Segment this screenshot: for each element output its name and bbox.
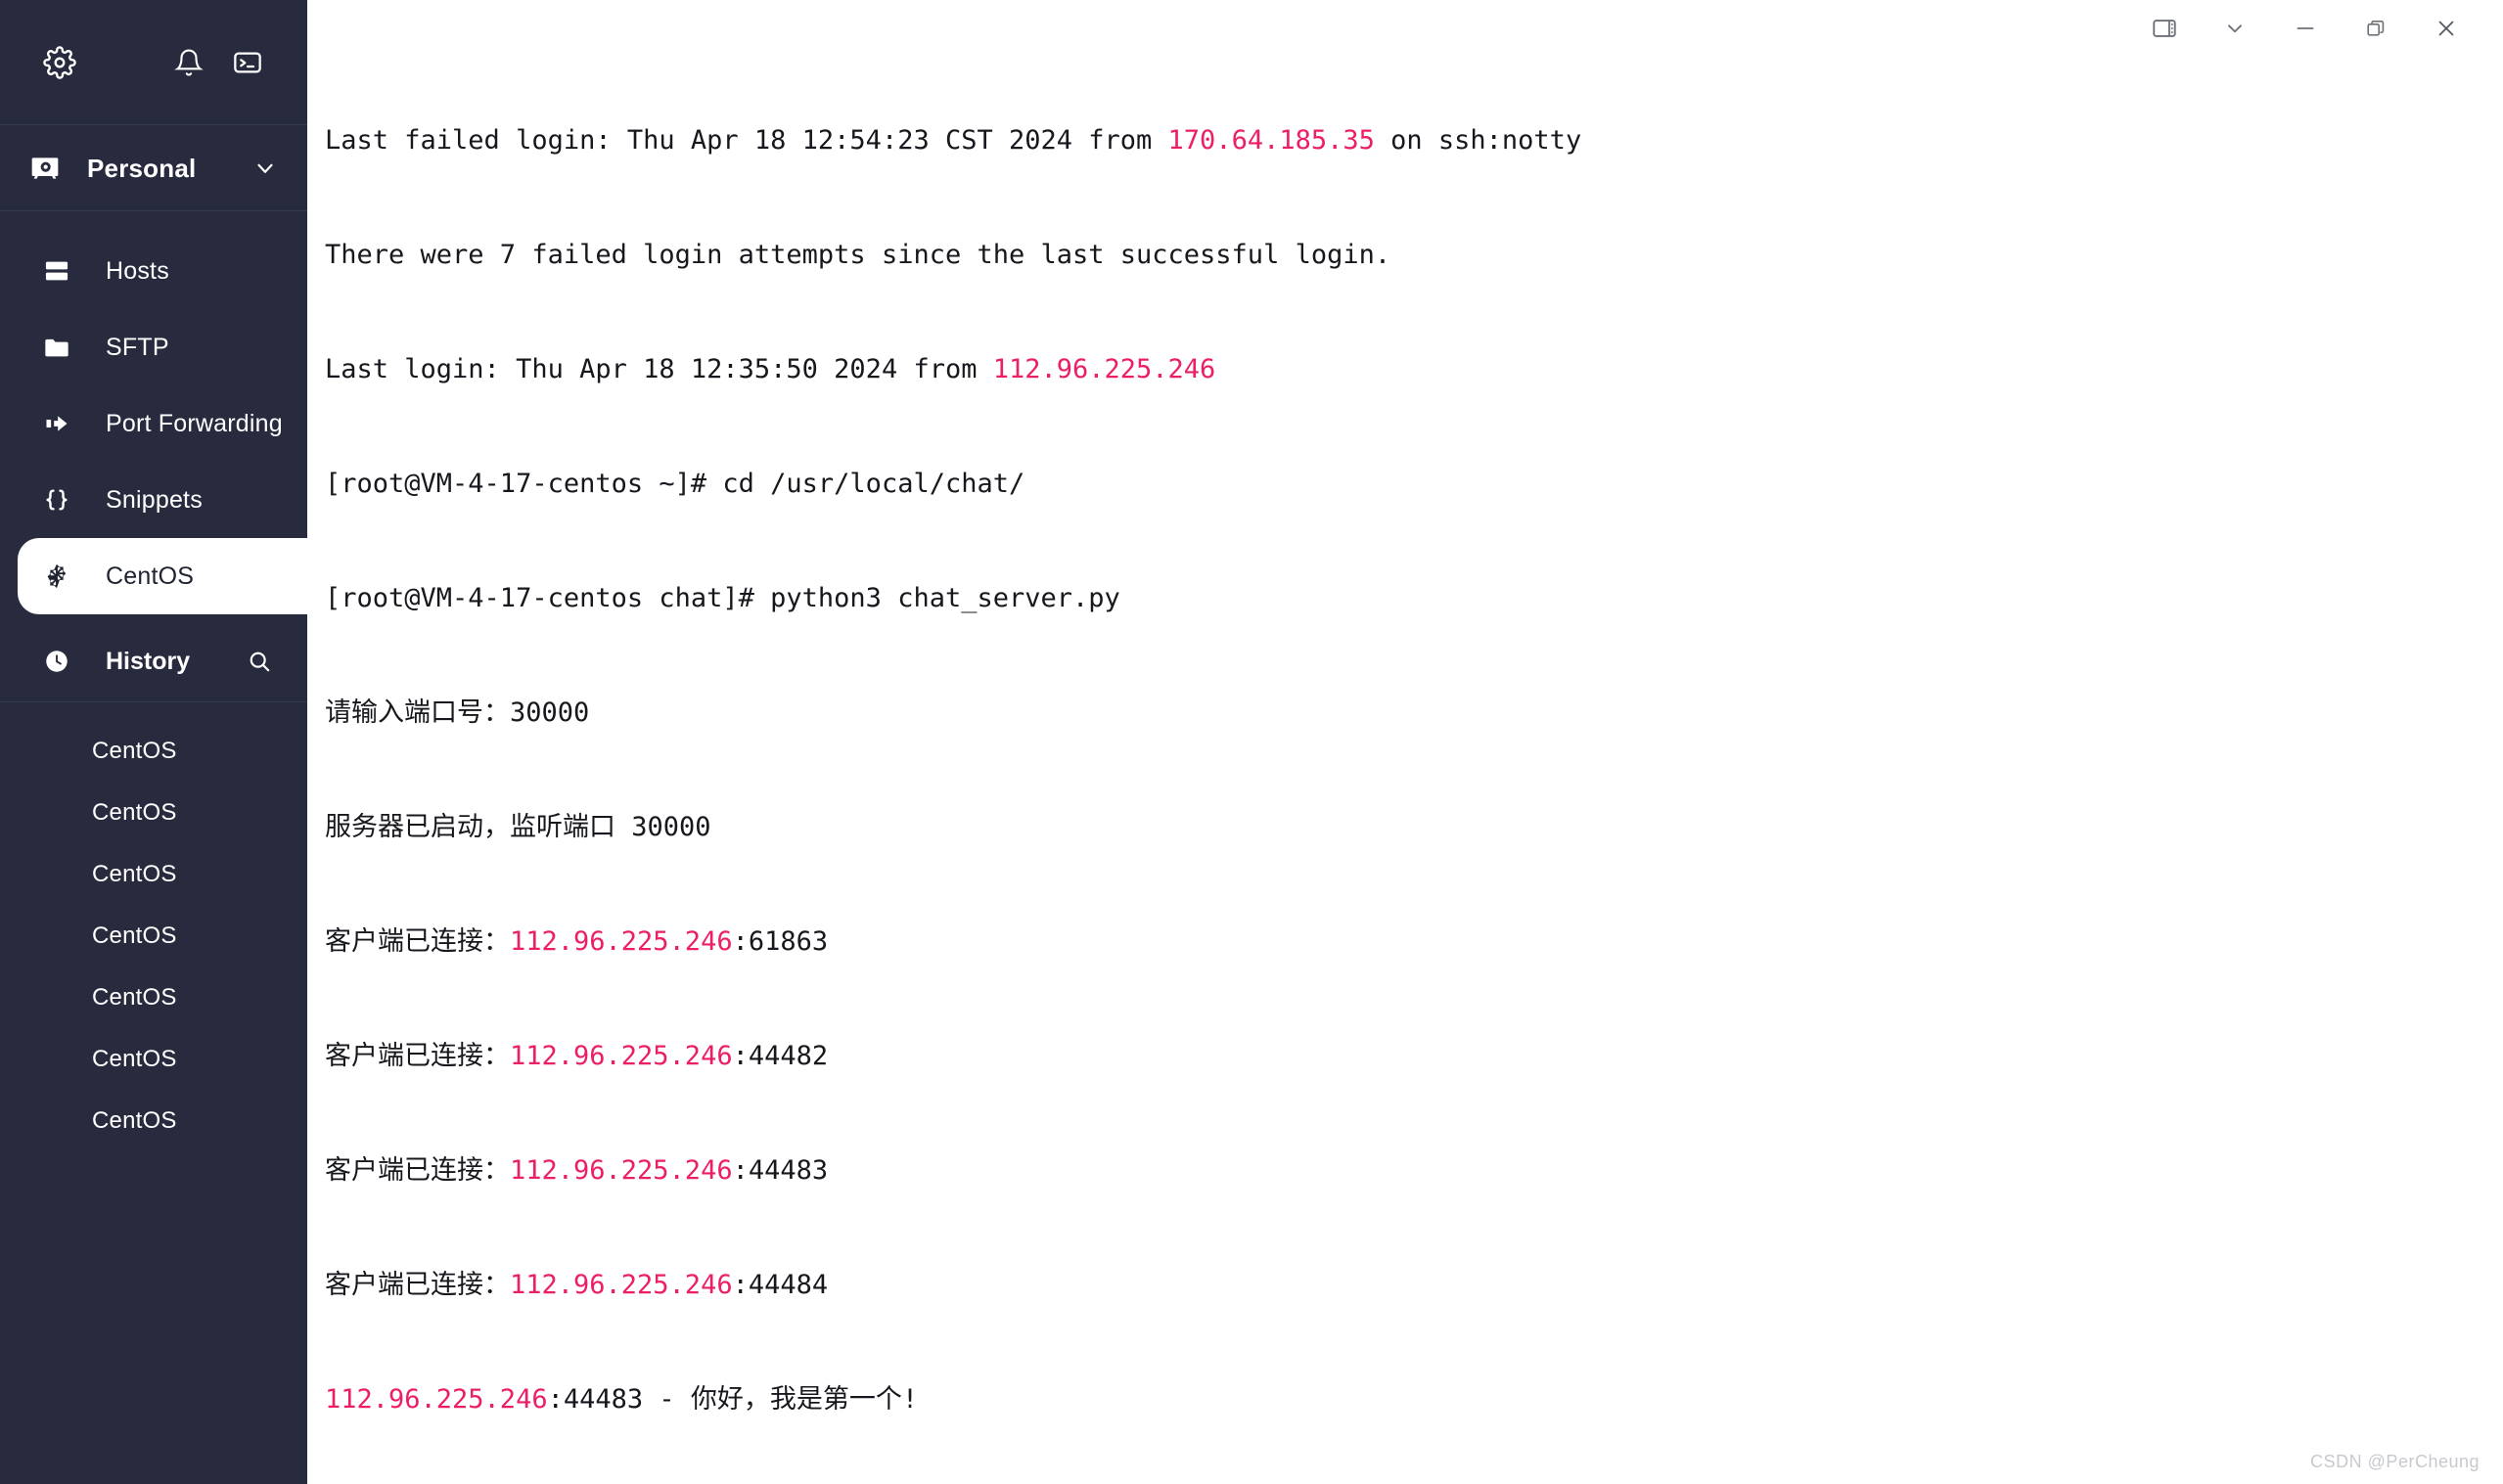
sidebar-item-centos[interactable]: CentOS	[18, 538, 307, 614]
terminal-output[interactable]: Last failed login: Thu Apr 18 12:54:23 C…	[307, 0, 2503, 1484]
terminal-icon[interactable]	[225, 40, 270, 85]
folder-icon	[43, 334, 84, 361]
clock-icon	[43, 648, 84, 675]
ip-address: 112.96.225.246	[510, 1270, 733, 1300]
history-item-label: CentOS	[92, 1045, 177, 1072]
sidebar-item-snippets[interactable]: Snippets	[0, 462, 307, 538]
sidebar-item-sftp[interactable]: SFTP	[0, 309, 307, 385]
history-item-label: CentOS	[92, 983, 177, 1011]
ip-address: 112.96.225.246	[510, 1041, 733, 1071]
terminal-line: 客户端已连接：112.96.225.246:44482	[325, 1037, 2503, 1075]
ip-address: 112.96.225.246	[992, 354, 1216, 384]
vault-divider	[0, 210, 307, 211]
terminal-text: :61863	[732, 926, 829, 957]
terminal-text: [root@VM-4-17-centos chat]# python3 chat…	[325, 583, 1120, 613]
terminal-text: 服务器已启动，监听端口 30000	[325, 812, 711, 842]
sidebar-item-label: Snippets	[106, 485, 203, 514]
port-forwarding-icon	[43, 410, 84, 437]
history-item-label: CentOS	[92, 922, 177, 949]
sidebar-nav: Hosts SFTP Port Forwarding Snippets Cent…	[0, 211, 307, 614]
history-item-label: CentOS	[92, 737, 177, 764]
list-item[interactable]: CentOS	[0, 1028, 307, 1090]
vault-icon	[29, 153, 67, 184]
terminal-text: 客户端已连接：	[325, 1270, 510, 1300]
watermark: CSDN @PerCheung	[2310, 1452, 2480, 1471]
minimize-icon[interactable]	[2270, 1, 2341, 56]
terminal-text: [root@VM-4-17-centos ~]# cd /usr/local/c…	[325, 469, 1025, 499]
terminal-text: :44482	[732, 1041, 829, 1071]
window-controls	[2129, 0, 2503, 57]
terminal-line: [root@VM-4-17-centos ~]# cd /usr/local/c…	[325, 465, 2503, 503]
chevron-down-icon[interactable]	[252, 156, 278, 181]
sidebar-item-label: Port Forwarding	[106, 409, 283, 437]
main-area: Last failed login: Thu Apr 18 12:54:23 C…	[307, 0, 2503, 1484]
terminal-text: :44484	[732, 1270, 829, 1300]
history-item-label: CentOS	[92, 860, 177, 887]
terminal-line: 请输入端口号：30000	[325, 694, 2503, 732]
history-item-label: CentOS	[92, 798, 177, 826]
bell-icon[interactable]	[166, 40, 211, 85]
terminal-line: 服务器已启动，监听端口 30000	[325, 808, 2503, 846]
history-divider	[0, 701, 307, 702]
list-item[interactable]: CentOS	[0, 905, 307, 967]
sidebar: Personal Hosts SFTP Port Forwarding Snip…	[0, 0, 307, 1484]
centos-icon	[43, 562, 84, 590]
panel-layout-icon[interactable]	[2129, 1, 2200, 56]
ip-address: 112.96.225.246	[325, 1384, 548, 1415]
terminal-text: 客户端已连接：	[325, 1155, 510, 1186]
terminal-text: on ssh:notty	[1374, 125, 1582, 156]
vault-selector[interactable]: Personal	[0, 125, 307, 211]
list-item[interactable]: CentOS	[0, 782, 307, 843]
sidebar-item-label: SFTP	[106, 333, 169, 361]
terminal-text: :44483 - 你好，我是第一个!	[547, 1384, 919, 1415]
history-header[interactable]: History	[0, 620, 307, 702]
terminal-text: There were 7 failed login attempts since…	[325, 240, 1391, 270]
termius-window: Personal Hosts SFTP Port Forwarding Snip…	[0, 0, 2503, 1484]
sidebar-toolbar	[0, 0, 307, 125]
terminal-text: 客户端已连接：	[325, 1041, 510, 1071]
ip-address: 170.64.185.35	[1167, 125, 1375, 156]
terminal-line: 客户端已连接：112.96.225.246:44484	[325, 1266, 2503, 1304]
close-icon[interactable]	[2411, 1, 2481, 56]
ip-address: 112.96.225.246	[510, 1155, 733, 1186]
sidebar-item-label: CentOS	[106, 562, 195, 590]
gear-icon[interactable]	[37, 40, 82, 85]
history-item-label: CentOS	[92, 1106, 177, 1134]
list-item[interactable]: CentOS	[0, 967, 307, 1028]
terminal-line: Last failed login: Thu Apr 18 12:54:23 C…	[325, 121, 2503, 159]
terminal-line: 客户端已连接：112.96.225.246:44483	[325, 1151, 2503, 1190]
braces-icon	[43, 486, 84, 514]
list-item[interactable]: CentOS	[0, 843, 307, 905]
list-item[interactable]: CentOS	[0, 1090, 307, 1151]
ip-address: 112.96.225.246	[510, 926, 733, 957]
terminal-text: 客户端已连接：	[325, 926, 510, 957]
terminal-text: :44483	[732, 1155, 829, 1186]
vault-label: Personal	[87, 153, 197, 183]
sidebar-item-hosts[interactable]: Hosts	[0, 233, 307, 309]
terminal-line: 112.96.225.246:44483 - 你好，我是第一个!	[325, 1380, 2503, 1418]
search-icon[interactable]	[247, 649, 272, 674]
list-item[interactable]: CentOS	[0, 720, 307, 782]
terminal-line: 客户端已连接：112.96.225.246:61863	[325, 922, 2503, 961]
restore-window-icon[interactable]	[2341, 1, 2411, 56]
terminal-text: Last failed login: Thu Apr 18 12:54:23 C…	[325, 125, 1168, 156]
sidebar-item-port-forwarding[interactable]: Port Forwarding	[0, 385, 307, 462]
terminal-line: There were 7 failed login attempts since…	[325, 236, 2503, 274]
sidebar-item-label: Hosts	[106, 256, 169, 285]
history-list: CentOS CentOS CentOS CentOS CentOS CentO…	[0, 702, 307, 1151]
history-label: History	[106, 647, 191, 675]
terminal-line: [root@VM-4-17-centos chat]# python3 chat…	[325, 579, 2503, 617]
terminal-text: Last login: Thu Apr 18 12:35:50 2024 fro…	[325, 354, 993, 384]
chevron-down-icon[interactable]	[2200, 1, 2270, 56]
terminal-text: 请输入端口号：30000	[325, 697, 590, 728]
server-icon	[43, 257, 84, 285]
terminal-line: Last login: Thu Apr 18 12:35:50 2024 fro…	[325, 350, 2503, 388]
